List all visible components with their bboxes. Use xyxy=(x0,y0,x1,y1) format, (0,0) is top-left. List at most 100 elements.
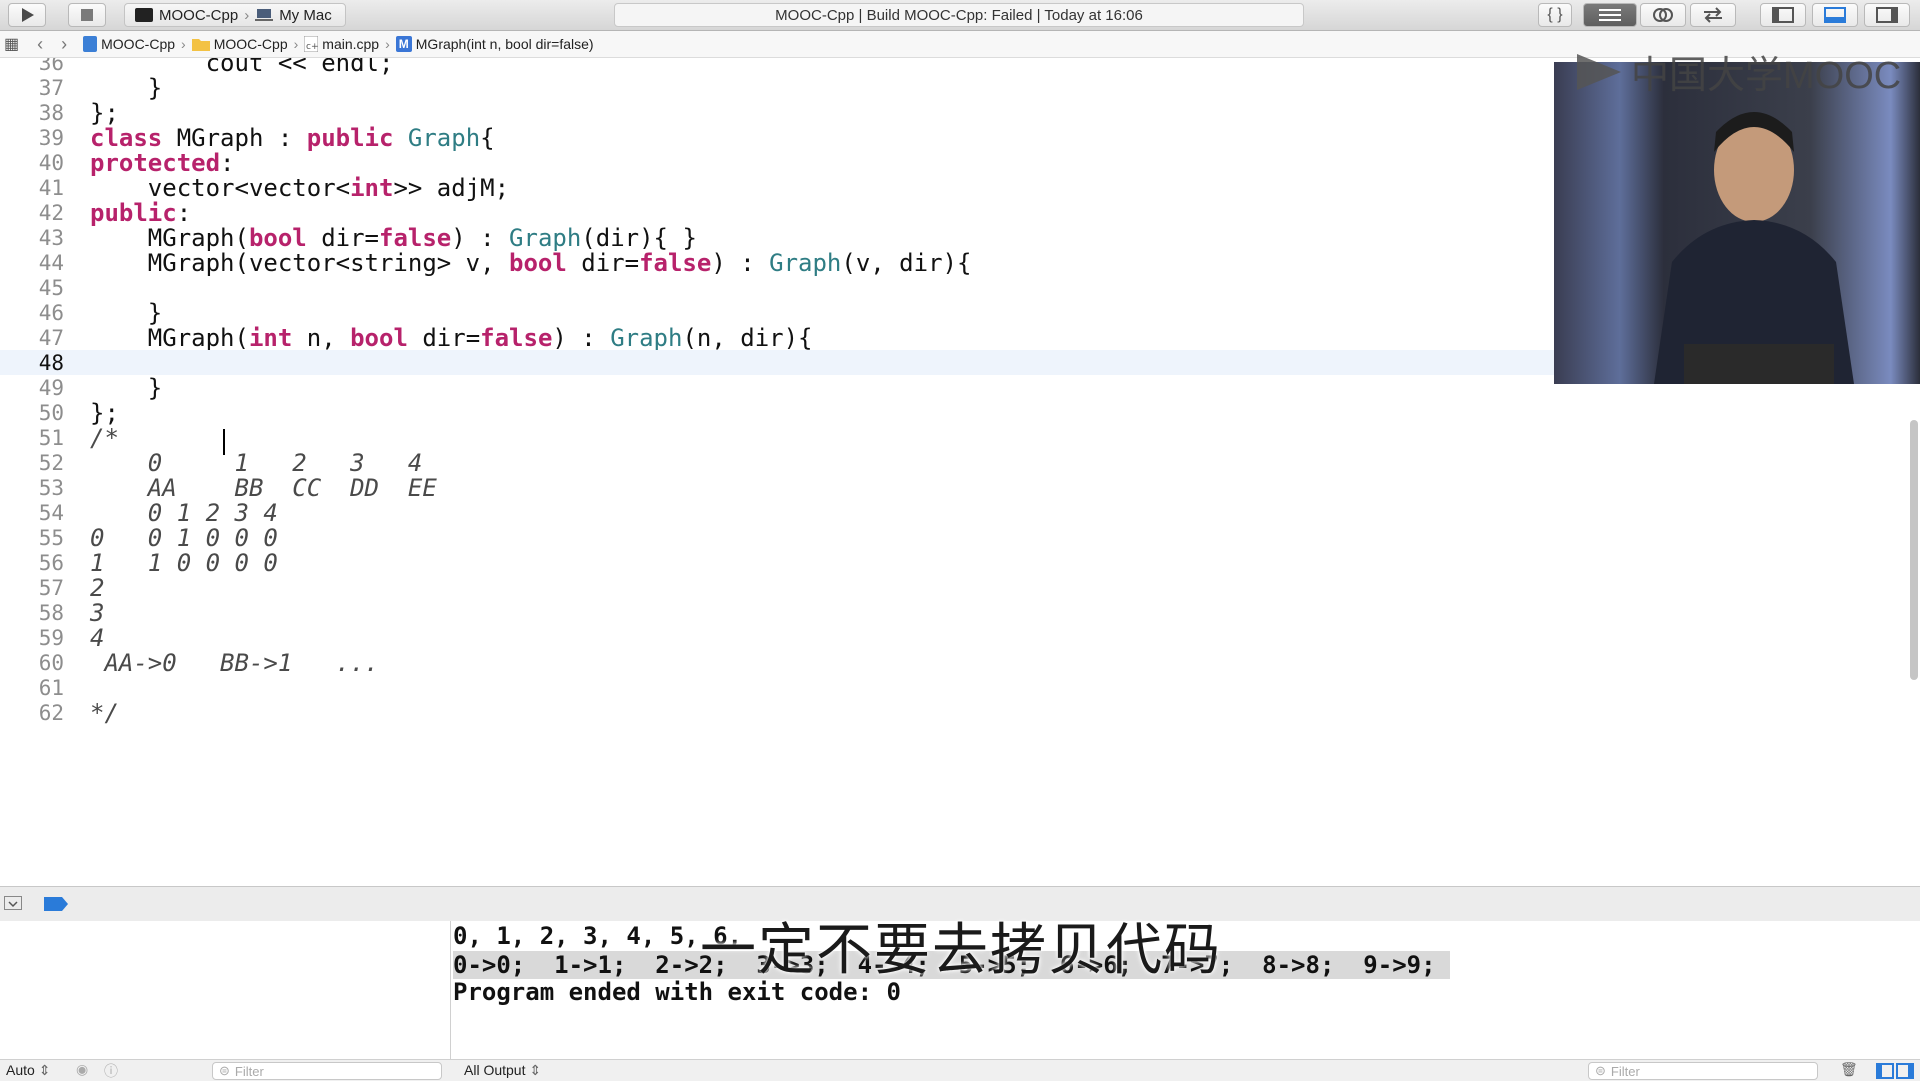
variables-filter-input[interactable]: ⊜ Filter xyxy=(212,1062,442,1080)
code-text: vector<vector<int>> adjM; xyxy=(90,173,510,202)
hide-debug-area-button[interactable] xyxy=(4,896,22,910)
breadcrumb-symbol-label: MGraph(int n, bool dir=false) xyxy=(415,36,594,52)
code-line[interactable]: 58 3 xyxy=(0,598,1906,627)
code-text: } xyxy=(90,298,163,327)
grid-icon[interactable]: ▦ xyxy=(4,34,19,54)
line-number[interactable]: 57 xyxy=(0,576,72,600)
filter-placeholder: Filter xyxy=(234,1063,264,1079)
code-line[interactable]: 62 */ xyxy=(0,698,1906,727)
code-text: MGraph(bool dir=false) : Graph(dir){ } xyxy=(90,223,697,252)
code-line[interactable]: 56 1 1 0 0 0 0 xyxy=(0,549,1906,577)
line-number[interactable]: 54 xyxy=(0,501,72,525)
output-select[interactable]: All Output ⇕ xyxy=(464,1062,541,1079)
trash-icon[interactable]: 🗑 xyxy=(1840,1061,1858,1078)
code-text: */ xyxy=(90,698,119,727)
line-number[interactable]: 44 xyxy=(0,251,72,275)
line-number[interactable]: 51 xyxy=(0,426,72,450)
text-cursor xyxy=(223,429,225,455)
line-number[interactable]: 43 xyxy=(0,226,72,250)
code-line[interactable]: 50}; xyxy=(0,399,1906,427)
line-number[interactable]: 58 xyxy=(0,601,72,625)
line-number[interactable]: 41 xyxy=(0,176,72,200)
cpp-file-icon: c+ xyxy=(304,36,319,52)
line-number[interactable]: 60 xyxy=(0,651,72,675)
line-number[interactable]: 49 xyxy=(0,376,72,400)
assistant-editor-button[interactable] xyxy=(1640,3,1686,27)
code-line[interactable]: 54 0 1 2 3 4 xyxy=(0,499,1906,527)
code-text: } xyxy=(90,73,163,102)
line-number[interactable]: 56 xyxy=(0,551,72,575)
chevron-right-icon: › xyxy=(181,36,186,52)
forward-arrow-icon[interactable]: › xyxy=(61,34,67,55)
line-number[interactable]: 62 xyxy=(0,701,72,725)
breadcrumb-file[interactable]: c+ main.cpp xyxy=(304,36,379,52)
code-line[interactable]: 57 2 xyxy=(0,574,1906,602)
logo-text: 中国大学MOOC xyxy=(1631,55,1902,97)
output-select-label: All Output xyxy=(464,1062,526,1078)
breadcrumb-folder[interactable]: MOOC-Cpp xyxy=(191,36,288,52)
line-number[interactable]: 46 xyxy=(0,301,72,325)
auto-select[interactable]: Auto ⇕ xyxy=(6,1062,50,1079)
scheme-selector[interactable]: MOOC-Cpp › My Mac xyxy=(124,3,346,27)
code-line[interactable]: 61 xyxy=(0,675,1906,700)
folder-icon xyxy=(191,39,210,51)
code-line[interactable]: 55 0 0 1 0 0 0 xyxy=(0,524,1906,552)
line-number[interactable]: 53 xyxy=(0,476,72,500)
code-snippet-button[interactable]: { } xyxy=(1538,3,1572,27)
updown-icon: ⇕ xyxy=(38,1062,51,1078)
window-toolbar: MOOC-Cpp › My Mac MOOC-Cpp | Build MOOC-… xyxy=(0,0,1920,31)
line-number[interactable]: 59 xyxy=(0,626,72,650)
method-icon: M xyxy=(395,36,412,52)
run-button[interactable] xyxy=(8,3,46,27)
console-divider xyxy=(450,921,451,1080)
toggle-inspector-button[interactable] xyxy=(1864,3,1910,27)
code-text: public: xyxy=(90,198,192,227)
line-number[interactable]: 36 xyxy=(0,58,72,75)
info-icon[interactable]: ⓘ xyxy=(104,1061,118,1081)
code-line[interactable]: 52 0 1 2 3 4 xyxy=(0,449,1906,477)
chevron-right-icon: › xyxy=(385,36,390,52)
code-line[interactable]: 51 /* xyxy=(0,423,1906,452)
code-text: MGraph(vector<string> v, bool dir=false)… xyxy=(90,248,972,277)
standard-editor-button[interactable] xyxy=(1583,3,1637,27)
code-line[interactable]: 60 AA->0 BB->1 ... xyxy=(0,648,1906,677)
toggle-debug-area-button[interactable] xyxy=(1812,3,1858,27)
filter-icon: ⊜ xyxy=(219,1063,230,1078)
line-number[interactable]: 37 xyxy=(0,76,72,100)
console-filter-input[interactable]: ⊜ Filter xyxy=(1588,1062,1818,1080)
line-number[interactable]: 45 xyxy=(0,276,72,300)
back-arrow-icon[interactable]: ‹ xyxy=(37,34,43,55)
line-number[interactable]: 61 xyxy=(0,676,72,700)
video-subtitle: 一定不要去拷贝代码 xyxy=(700,918,1222,983)
line-number[interactable]: 55 xyxy=(0,526,72,550)
breadcrumb-symbol[interactable]: M MGraph(int n, bool dir=false) xyxy=(395,36,594,52)
code-text: 3 xyxy=(90,598,105,627)
line-number[interactable]: 38 xyxy=(0,101,72,125)
console-line-1: 0, 1, 2, 3, 4, 5, 6, xyxy=(453,922,742,950)
breadcrumb-file-label: main.cpp xyxy=(322,36,380,52)
svg-text:c+: c+ xyxy=(306,42,318,52)
line-number[interactable]: 40 xyxy=(0,151,72,175)
code-text: /* xyxy=(90,423,119,452)
eye-icon[interactable]: ◉ xyxy=(76,1061,88,1078)
toggle-navigator-button[interactable] xyxy=(1760,3,1806,27)
version-editor-button[interactable] xyxy=(1690,3,1736,27)
project-icon xyxy=(83,36,98,52)
line-number[interactable]: 42 xyxy=(0,201,72,225)
breadcrumb-project-label: MOOC-Cpp xyxy=(101,36,176,52)
line-number[interactable]: 39 xyxy=(0,126,72,150)
line-number[interactable]: 47 xyxy=(0,326,72,350)
line-number[interactable]: 48 xyxy=(0,351,72,375)
breadcrumb-project[interactable]: MOOC-Cpp xyxy=(83,36,175,52)
line-number[interactable]: 50 xyxy=(0,401,72,425)
split-view-icon[interactable] xyxy=(1876,1063,1916,1079)
line-number[interactable]: 52 xyxy=(0,451,72,475)
editor-scrollbar[interactable] xyxy=(1910,420,1918,680)
code-text: AA->0 BB->1 ... xyxy=(90,648,379,677)
code-line[interactable]: 53 AA BB CC DD EE xyxy=(0,474,1906,502)
stop-button[interactable] xyxy=(68,3,106,27)
arrows-icon xyxy=(1704,7,1722,23)
code-line[interactable]: 59 4 xyxy=(0,624,1906,652)
mooc-logo: 中国大学MOOC xyxy=(1575,44,1901,99)
breakpoint-icon[interactable] xyxy=(44,897,68,911)
